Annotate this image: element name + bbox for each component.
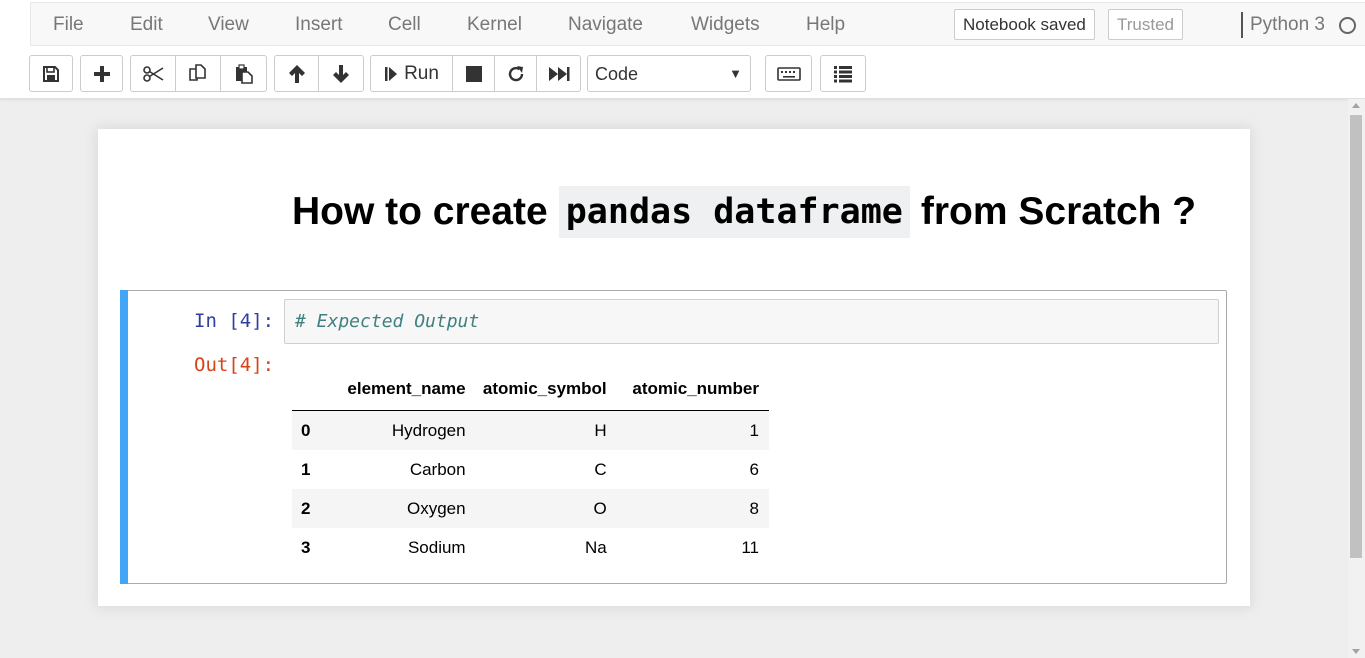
- arrow-down-icon: [333, 64, 349, 83]
- toolbar-run-group: Run: [370, 55, 581, 92]
- notebook-page: How to create pandas dataframe from Scra…: [98, 129, 1250, 606]
- column-header: atomic_number: [632, 378, 759, 398]
- heading-text-after: from Scratch ?: [920, 190, 1197, 233]
- table-cell: Carbon: [409, 459, 466, 479]
- column-header: element_name: [347, 378, 466, 398]
- table-row: 1 Carbon C 6: [292, 450, 769, 489]
- menu-cell[interactable]: Cell: [388, 13, 421, 37]
- plus-icon: [93, 65, 110, 82]
- cell-type-value: Code: [595, 64, 639, 84]
- cell-selection-bar: [120, 290, 128, 584]
- toolbar-toc-group: [820, 55, 866, 92]
- menu-kernel[interactable]: Kernel: [467, 13, 522, 37]
- run-button[interactable]: Run: [371, 56, 453, 91]
- row-index: 1: [301, 459, 311, 479]
- menu-navigate[interactable]: Navigate: [568, 13, 643, 37]
- table-cell: 8: [749, 498, 759, 518]
- table-cell: Na: [584, 537, 607, 557]
- paste-icon: [235, 63, 253, 84]
- list-icon: [834, 65, 852, 82]
- move-down-button[interactable]: [319, 56, 363, 91]
- table-cell: 6: [749, 459, 759, 479]
- kernel-name: Python 3: [1250, 14, 1325, 35]
- trusted-indicator[interactable]: Trusted: [1108, 9, 1184, 40]
- arrow-up-icon: [288, 64, 305, 83]
- restart-run-all-button[interactable]: [537, 56, 580, 91]
- code-cell[interactable]: In [4]: # Expected Output Out[4]: elemen…: [120, 290, 1227, 584]
- scroll-up-icon[interactable]: [1352, 103, 1360, 108]
- input-prompt: In [4]:: [194, 310, 275, 332]
- keyboard-icon: [776, 66, 801, 81]
- table-row: 3 Sodium Na 11: [292, 528, 769, 567]
- menu-bar: File Edit View Insert Cell Kernel Naviga…: [30, 2, 1365, 46]
- heading-text-before: How to create: [292, 190, 548, 233]
- table-row: 2 Oxygen O 8: [292, 489, 769, 528]
- copy-button[interactable]: [176, 56, 221, 91]
- dataframe-table: element_name atomic_symbol atomic_number…: [292, 367, 769, 567]
- table-cell: Sodium: [407, 537, 466, 557]
- restart-button[interactable]: [495, 56, 537, 91]
- stop-icon: [465, 65, 482, 82]
- save-button[interactable]: [30, 56, 72, 91]
- toolbar-save-group: [29, 55, 73, 92]
- step-forward-icon: [385, 66, 398, 81]
- insert-cell-button[interactable]: [81, 56, 122, 91]
- table-cell: H: [594, 420, 607, 440]
- column-header: atomic_symbol: [482, 378, 607, 398]
- heading-inline-code: pandas dataframe: [558, 186, 910, 238]
- kernel-idle-icon: [1339, 17, 1356, 34]
- toolbar-move-group: [274, 55, 364, 92]
- cut-button[interactable]: [131, 56, 176, 91]
- menu-view[interactable]: View: [208, 13, 249, 37]
- notebook-saved-indicator: Notebook saved: [954, 9, 1095, 40]
- copy-icon: [189, 63, 206, 81]
- scroll-down-icon[interactable]: [1352, 649, 1360, 654]
- row-index: 2: [301, 498, 311, 518]
- code-input[interactable]: # Expected Output: [284, 299, 1219, 344]
- row-index: 3: [301, 537, 311, 557]
- kernel-separator: [1241, 12, 1243, 38]
- fast-forward-icon: [548, 66, 569, 81]
- save-icon: [43, 65, 59, 82]
- vertical-scrollbar[interactable]: [1348, 99, 1365, 658]
- table-header-row: element_name atomic_symbol atomic_number: [292, 367, 769, 411]
- code-comment: # Expected Output: [295, 311, 480, 332]
- table-cell: 11: [741, 537, 759, 557]
- command-palette-button[interactable]: [766, 56, 811, 91]
- run-button-label: Run: [404, 62, 439, 84]
- paste-button[interactable]: [221, 56, 266, 91]
- chevron-down-icon: ▼: [729, 66, 742, 81]
- menu-help[interactable]: Help: [806, 13, 845, 37]
- table-row: 0 Hydrogen H 1: [292, 411, 769, 450]
- scrollbar-thumb[interactable]: [1350, 115, 1362, 558]
- table-cell: Hydrogen: [391, 420, 466, 440]
- toolbar-keyboard-group: [765, 55, 812, 92]
- toolbar-insert-group: [80, 55, 123, 92]
- row-index: 0: [301, 420, 311, 440]
- cell-type-select[interactable]: Code ▼: [587, 55, 751, 92]
- restart-icon: [508, 65, 523, 81]
- menu-edit[interactable]: Edit: [130, 13, 163, 37]
- table-of-contents-button[interactable]: [821, 56, 865, 91]
- table-cell: Oxygen: [407, 498, 466, 518]
- notebook-header: File Edit View Insert Cell Kernel Naviga…: [0, 0, 1365, 99]
- table-cell: O: [593, 498, 607, 518]
- menu-widgets[interactable]: Widgets: [691, 13, 760, 37]
- menu-insert[interactable]: Insert: [295, 13, 343, 37]
- menu-file[interactable]: File: [53, 13, 84, 37]
- markdown-heading[interactable]: How to create pandas dataframe from Scra…: [292, 186, 1196, 238]
- move-up-button[interactable]: [275, 56, 319, 91]
- table-cell: C: [594, 459, 607, 479]
- interrupt-button[interactable]: [453, 56, 495, 91]
- output-prompt: Out[4]:: [194, 354, 275, 376]
- toolbar-clipboard-group: [130, 55, 267, 92]
- cut-icon: [143, 65, 164, 82]
- table-cell: 1: [749, 420, 759, 440]
